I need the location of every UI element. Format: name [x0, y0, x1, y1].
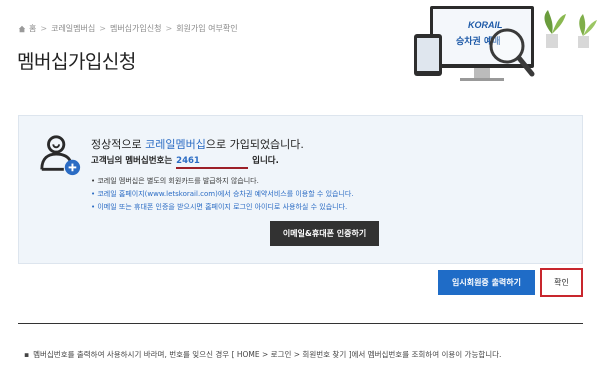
plant-center-icon [544, 10, 566, 48]
member-number-label: 고객님의 멤버십번호는 [91, 156, 173, 166]
headline-prefix: 정상적으로 [91, 138, 146, 151]
success-headline: 정상적으로 코레일멤버십으로 가입되었습니다. [91, 136, 304, 152]
breadcrumb-item-apply[interactable]: 멤버십가입신청 [110, 23, 162, 34]
confirm-button[interactable]: 확인 [540, 268, 583, 297]
notice-item: 코레일 멤버십은 별도의 회원카드를 발급하지 않습니다. [91, 175, 354, 188]
breadcrumb-item-current: 회원가입 여부확인 [176, 24, 238, 33]
headline-suffix: 으로 가입되었습니다. [205, 138, 304, 151]
breadcrumb-item-membership[interactable]: 코레일멤버십 [51, 23, 95, 34]
notice-list: 코레일 멤버십은 별도의 회원카드를 발급하지 않습니다. 코레일 홈페이지(w… [91, 175, 354, 214]
svg-text:KORAIL: KORAIL [468, 20, 503, 30]
footer-note-text: 멤버십번호를 출력하여 사용하시기 바라며, 번호를 잊으신 경우 [ HOME… [33, 350, 502, 359]
breadcrumb-separator: > [165, 24, 173, 33]
section-divider [18, 323, 583, 324]
notice-item: 코레일 홈페이지(www.letskorail.com)에서 승차권 예약서비스… [91, 188, 353, 201]
page-title: 멤버십가입신청 [17, 51, 136, 73]
notice-item: 이메일 또는 휴대폰 인증을 받으시면 홈페이지 로그인 아이디로 사용하실 수… [91, 201, 354, 214]
member-number-suffix: 입니다. [252, 156, 279, 166]
email-phone-verify-button[interactable]: 이메일&휴대폰 인증하기 [270, 221, 379, 246]
breadcrumb: 홈 > 코레일멤버십 > 멤버십가입신청 > 회원가입 여부확인 [18, 23, 238, 34]
breadcrumb-separator: > [40, 24, 48, 33]
plant-right-icon [578, 14, 597, 48]
member-number-line: 고객님의 멤버십번호는 2461 입니다. [91, 154, 279, 169]
print-temp-card-button[interactable]: 임시회원증 출력하기 [438, 270, 535, 295]
banner-illustration: KORAIL 승차권 예매 [414, 6, 597, 81]
headline-brand: 코레일멤버십 [145, 138, 206, 151]
footer-note: ▪ 멤버십번호를 출력하여 사용하시기 바라며, 번호를 잊으신 경우 [ HOM… [24, 348, 584, 361]
breadcrumb-separator: > [99, 24, 106, 33]
user-add-icon [40, 135, 81, 176]
bullet-icon: ▪ [24, 350, 30, 359]
breadcrumb-item-home[interactable]: 홈 [29, 23, 36, 34]
signup-success-panel: 정상적으로 코레일멤버십으로 가입되었습니다. 고객님의 멤버십번호는 2461 입… [18, 115, 583, 264]
home-icon[interactable] [18, 25, 26, 33]
member-number: 2461 [176, 156, 249, 169]
